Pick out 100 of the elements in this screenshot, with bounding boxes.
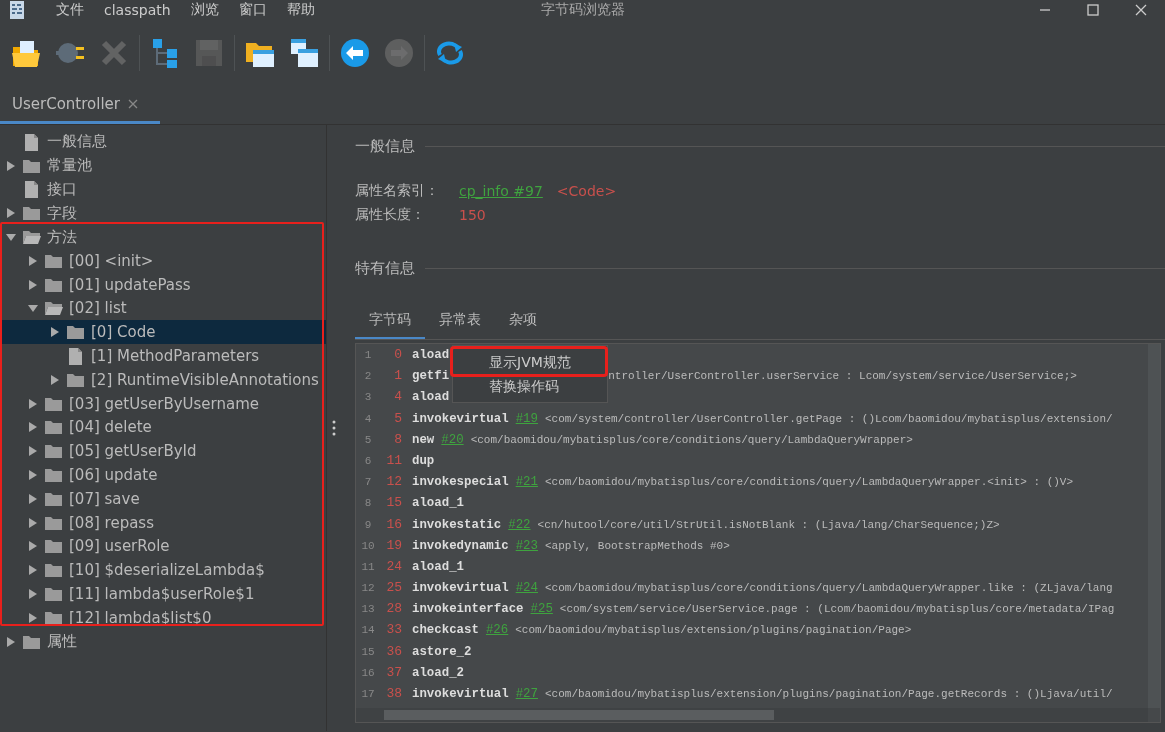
line-number: 13 (360, 603, 376, 616)
tab[interactable]: 杂项 (495, 305, 551, 340)
folder-icon (22, 228, 41, 247)
menu-item[interactable]: 窗口 (228, 1, 277, 19)
tree-item[interactable]: [1] MethodParameters (91, 347, 260, 366)
maximize-icon[interactable] (1087, 4, 1099, 16)
tree-item[interactable]: 常量池 (47, 156, 92, 176)
tree-item[interactable]: [11] lambda$userRole$1 (69, 585, 255, 604)
constant-pool-link[interactable]: #24 (515, 581, 538, 596)
constant-pool-link[interactable]: #20 (441, 432, 464, 447)
menu-item[interactable]: 显示JVM规范 (453, 350, 607, 374)
line-number: 7 (363, 476, 373, 489)
tree-item[interactable]: 接口 (47, 180, 77, 199)
bytecode-offset: 38 (385, 686, 403, 701)
tree-item[interactable]: 字段 (47, 203, 77, 223)
tab[interactable]: 异常表 (425, 305, 495, 340)
bytecode-offset: 5 (393, 410, 403, 426)
close-icon[interactable] (1135, 4, 1147, 16)
expand-arrow-icon[interactable] (28, 565, 38, 576)
expand-arrow-icon[interactable] (28, 422, 38, 433)
tree-item[interactable]: [08] repass (69, 513, 154, 532)
constant-pool-link[interactable]: #19 (515, 411, 538, 426)
menu-item[interactable]: 文件 (46, 1, 94, 19)
folder-icon (22, 204, 41, 223)
line-number: 17 (360, 688, 376, 700)
tree-item[interactable]: [03] getUserByUsername (69, 394, 259, 413)
expand-arrow-icon[interactable] (28, 255, 38, 266)
bytecode-offset: 28 (385, 601, 403, 617)
expand-arrow-icon[interactable] (28, 612, 38, 623)
opcode: aload (412, 390, 450, 405)
bytecode-offset: 19 (385, 537, 403, 553)
tree-item[interactable]: [09] userRole (69, 537, 170, 556)
constant-pool-link[interactable]: #27 (515, 687, 538, 701)
opcode: astore_2 (412, 644, 472, 659)
tree-item[interactable]: [05] getUserById (69, 442, 197, 461)
tree-item[interactable]: [06] update (69, 466, 158, 485)
tree-item[interactable]: 一般信息 (47, 132, 107, 152)
bytecode-offset: 12 (385, 474, 403, 490)
operand-comment: <apply, BootstrapMethods #0> (545, 539, 730, 552)
line-number: 11 (360, 560, 376, 573)
horizontal-scrollbar[interactable] (356, 708, 1148, 722)
menu-item[interactable]: classpath (94, 2, 181, 18)
tree-item[interactable]: 属性 (47, 632, 77, 652)
expand-arrow-icon[interactable] (6, 160, 16, 171)
expand-arrow-icon[interactable] (6, 208, 16, 219)
line-number: 4 (363, 412, 373, 425)
section-title: 一般信息 (355, 136, 415, 156)
expand-arrow-icon[interactable] (50, 374, 60, 385)
expand-arrow-icon[interactable] (28, 279, 38, 290)
tree-item[interactable]: 方法 (47, 227, 77, 247)
collapse-arrow-icon[interactable] (6, 232, 16, 243)
windows-icon[interactable] (288, 37, 320, 69)
folder-icon (44, 442, 63, 461)
folder-icon (44, 585, 63, 604)
expand-arrow-icon[interactable] (28, 470, 38, 481)
operand-comment: <com/baomidou/mybatisplus/core/conditions/query/LambdaQueryWrapper> (470, 433, 913, 446)
tree-item[interactable]: [02] list (69, 299, 127, 318)
expand-arrow-icon[interactable] (28, 446, 38, 457)
vertical-scrollbar[interactable] (1148, 344, 1160, 708)
expand-arrow-icon[interactable] (50, 327, 60, 338)
file-icon (66, 347, 85, 366)
expand-arrow-icon[interactable] (28, 589, 38, 600)
menu-item[interactable]: 替换操作码 (453, 374, 607, 398)
tree-item[interactable]: [2] RuntimeVisibleAnnotations (91, 370, 319, 389)
operand-comment: <com/baomidou/mybatisplus/extension/plugins/pagination/Page> (515, 624, 912, 637)
tree-item[interactable]: [10] $deserializeLambda$ (69, 561, 265, 580)
tree-item[interactable]: [00] <init> (69, 251, 154, 270)
expand-arrow-icon[interactable] (28, 398, 38, 409)
menu-item[interactable]: 帮助 (276, 1, 325, 19)
bytecode-offset: 16 (385, 516, 403, 532)
tree-item[interactable]: [07] save (69, 489, 140, 508)
constant-pool-link[interactable]: #21 (515, 475, 538, 490)
constant-pool-link[interactable]: cp_info #97 (459, 183, 543, 199)
constant-pool-link[interactable]: #22 (508, 517, 531, 532)
tree-item[interactable]: [01] updatePass (69, 275, 191, 294)
line-number: 5 (363, 433, 373, 446)
close-icon[interactable] (128, 98, 138, 109)
constant-pool-link[interactable]: #26 (485, 623, 509, 638)
line-number: 9 (363, 518, 373, 531)
app-logo-icon (10, 1, 24, 19)
expand-arrow-icon[interactable] (6, 636, 16, 647)
operand-comment: <cn/hutool/core/util/StrUtil.isNotBlank : (Ljava/lang/CharSequence;)Z> (537, 518, 1000, 531)
bytecode-offset: 0 (393, 347, 403, 362)
constant-pool-link[interactable]: #25 (530, 602, 553, 617)
line-number: 12 (360, 582, 376, 595)
tree-item[interactable]: [04] delete (69, 418, 152, 437)
folder-icon (44, 299, 63, 318)
bytecode-offset: 1 (393, 368, 403, 384)
tree-item[interactable]: [0] Code (91, 323, 156, 342)
bytecode-offset: 15 (385, 495, 403, 511)
expand-arrow-icon[interactable] (28, 493, 38, 504)
operand-comment: <com/system/service/UserService.page : (Lcom/baomidou/mybatisplus/core/metadata/IPag (559, 603, 1115, 616)
splitter-grip-icon[interactable] (332, 419, 336, 437)
constant-pool-link[interactable]: #23 (515, 538, 538, 553)
line-number: 1 (363, 349, 373, 361)
collapse-arrow-icon[interactable] (28, 303, 38, 314)
expand-arrow-icon[interactable] (28, 517, 38, 528)
expand-arrow-icon[interactable] (28, 541, 38, 552)
file-icon (22, 180, 41, 199)
menu-item[interactable]: 浏览 (180, 1, 229, 19)
